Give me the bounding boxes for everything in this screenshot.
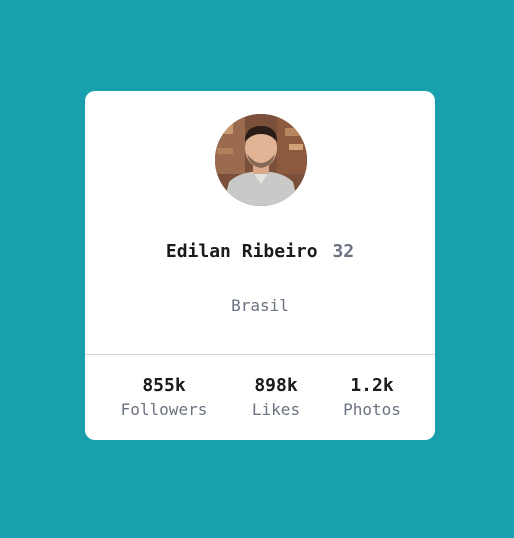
stat-followers: 855k Followers	[114, 375, 214, 421]
stat-photos-label: Photos	[343, 400, 401, 419]
profile-name: Edilan Ribeiro	[165, 241, 318, 262]
divider	[85, 354, 435, 355]
stat-followers-value: 855k	[142, 375, 186, 396]
stat-likes: 898k Likes	[246, 375, 306, 421]
stat-likes-label: Likes	[251, 400, 301, 419]
name-line: Edilan Ribeiro 32	[85, 240, 435, 264]
avatar	[215, 114, 307, 206]
stat-photos: 1.2k Photos	[337, 375, 407, 421]
stat-likes-value: 898k	[254, 375, 298, 396]
stat-photos-value: 1.2k	[350, 375, 394, 396]
avatar-photo	[215, 114, 307, 206]
profile-card: Edilan Ribeiro 32 Brasil 855k Followers …	[85, 91, 435, 440]
stat-followers-label: Followers	[120, 400, 208, 419]
profile-location: Brasil	[231, 296, 289, 315]
profile-age: 32	[332, 241, 355, 262]
